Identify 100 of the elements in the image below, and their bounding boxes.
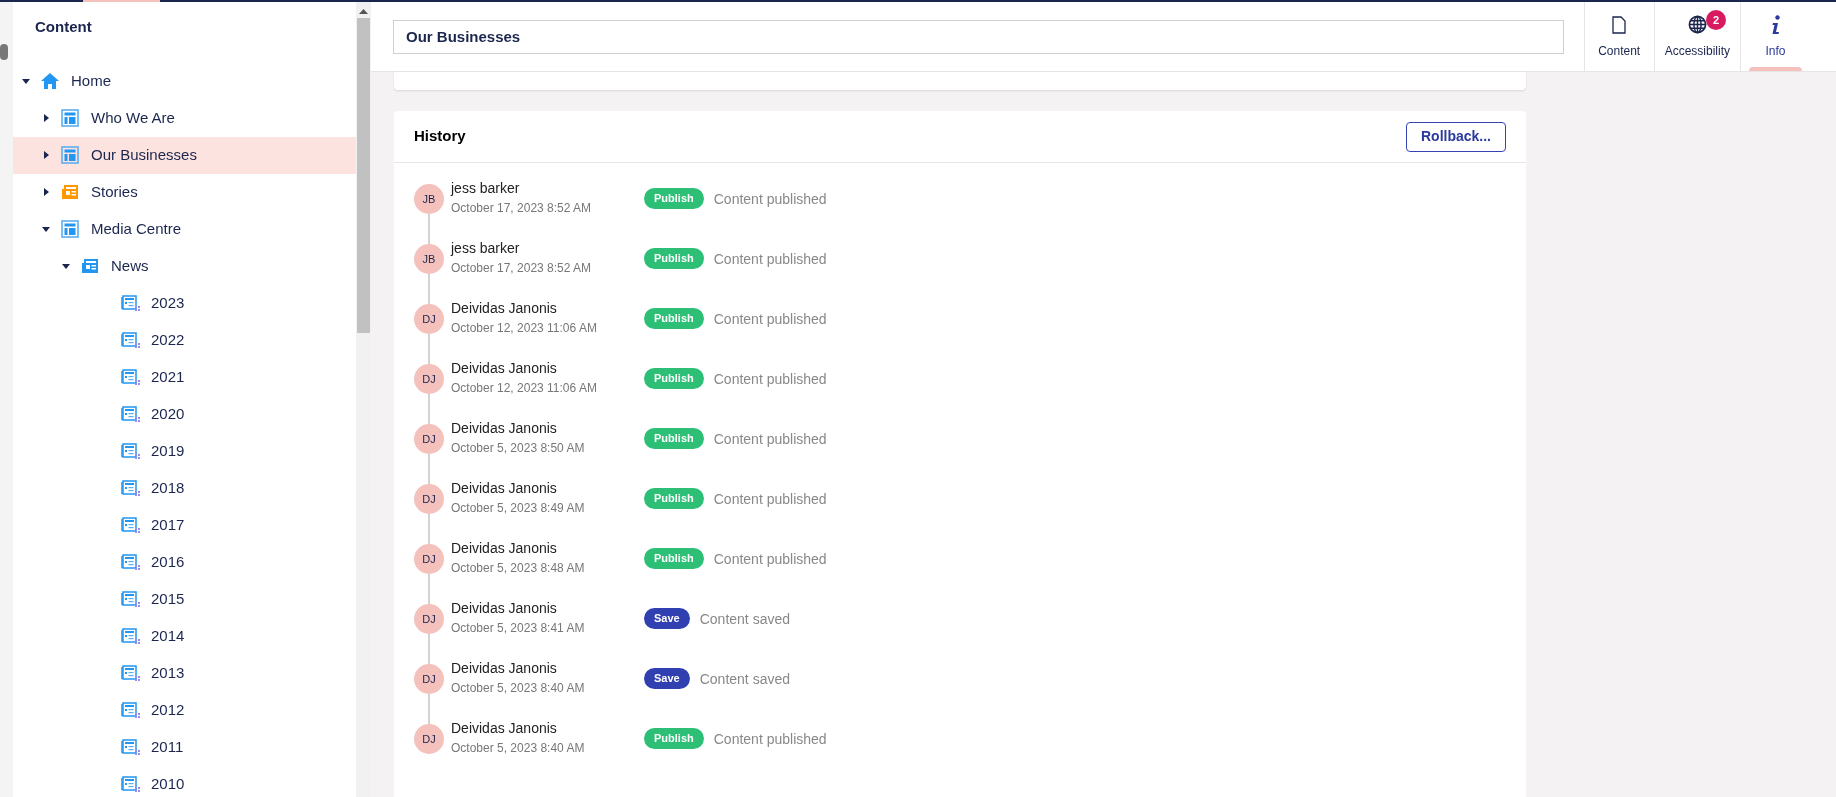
entry-date: October 12, 2023 11:06 AM — [451, 320, 598, 337]
scroll-handle[interactable] — [0, 44, 8, 60]
entry-date: October 5, 2023 8:48 AM — [451, 560, 586, 577]
news-list-icon — [119, 368, 141, 386]
scrollbar-thumb[interactable] — [357, 18, 370, 333]
news-list-icon — [119, 331, 141, 349]
caret-down-icon[interactable] — [62, 263, 70, 269]
tree-item[interactable]: 2015 — [13, 580, 356, 618]
news-list-icon — [119, 701, 141, 719]
news-list-icon — [119, 405, 141, 423]
tree-item[interactable]: 2011 — [13, 728, 356, 766]
user-name: Deividas Janonis — [451, 599, 558, 618]
news-list-icon — [119, 479, 141, 497]
tree-item-label: 2011 — [151, 736, 184, 757]
user-name: Deividas Janonis — [451, 359, 558, 378]
tree-item-label: 2014 — [151, 625, 185, 646]
tree-item[interactable]: 2019 — [13, 432, 356, 470]
tree-item[interactable]: 2018 — [13, 469, 356, 507]
news-list-icon — [119, 294, 141, 312]
user-avatar: DJ — [414, 664, 444, 694]
news-list-icon — [119, 553, 141, 571]
tree-item[interactable]: 2022 — [13, 321, 356, 359]
tree-item[interactable]: 2012 — [13, 691, 356, 729]
tree-item[interactable]: 2014 — [13, 617, 356, 655]
tree-item-label: 2018 — [151, 477, 185, 498]
user-avatar: DJ — [414, 304, 444, 334]
tree-item[interactable]: Our Businesses — [13, 136, 356, 174]
tree-item-label: 2015 — [151, 588, 185, 609]
entry-date: October 5, 2023 8:49 AM — [451, 500, 586, 517]
tree-item[interactable]: Stories — [13, 173, 356, 211]
rollback-button[interactable]: Rollback... — [1405, 121, 1506, 152]
tree-item[interactable]: Who We Are — [13, 99, 356, 137]
entry-date: October 5, 2023 8:41 AM — [451, 620, 586, 637]
tree-item-label: Our Businesses — [91, 144, 197, 165]
tree-item-label: 2020 — [151, 403, 185, 424]
action-description: Content published — [713, 430, 827, 449]
action-badge: Save — [644, 668, 690, 689]
caret-right-icon[interactable] — [43, 151, 49, 159]
news-list-icon — [119, 627, 141, 645]
entry-date: October 5, 2023 8:50 AM — [451, 440, 586, 457]
action-badge: Publish — [644, 308, 704, 329]
user-name: Deividas Janonis — [451, 479, 558, 498]
tree-item-label: 2012 — [151, 699, 185, 720]
caret-right-icon[interactable] — [43, 114, 49, 122]
tree-item-label: News — [111, 255, 149, 276]
action-badge: Publish — [644, 368, 704, 389]
tree-item[interactable]: 2020 — [13, 395, 356, 433]
user-name: Deividas Janonis — [451, 419, 558, 438]
newspaper-icon — [61, 184, 79, 200]
tree-item[interactable]: 2010 — [13, 765, 356, 797]
user-avatar: JB — [414, 184, 444, 214]
entry-date: October 12, 2023 11:06 AM — [451, 380, 598, 397]
tree-item-label: Who We Are — [91, 107, 175, 128]
tree-item[interactable]: 2021 — [13, 358, 356, 396]
tree-item[interactable]: Home — [13, 62, 356, 100]
page-layout-icon — [61, 109, 79, 127]
news-list-icon — [119, 775, 141, 793]
document-icon — [1612, 15, 1627, 34]
news-list-icon — [119, 738, 141, 756]
user-avatar: DJ — [414, 424, 444, 454]
page-layout-icon — [61, 146, 79, 164]
accessibility-app-tab[interactable]: Accessibility 2 — [1653, 2, 1740, 71]
notification-badge: 2 — [1706, 10, 1726, 30]
entry-date: October 17, 2023 8:52 AM — [451, 260, 593, 277]
tree-item[interactable]: News — [13, 247, 356, 285]
tree-item[interactable]: 2016 — [13, 543, 356, 581]
tree-item-label: Media Centre — [91, 218, 182, 239]
tree-item-label: 2019 — [151, 440, 185, 461]
action-badge: Publish — [644, 728, 704, 749]
content-app-tab[interactable]: Content — [1583, 2, 1654, 71]
user-avatar: DJ — [414, 484, 444, 514]
page-layout-icon — [61, 220, 79, 238]
tree-item[interactable]: 2023 — [13, 284, 356, 322]
caret-down-icon[interactable] — [22, 78, 30, 84]
tree-item-label: Stories — [91, 181, 138, 202]
tree-item[interactable]: 2013 — [13, 654, 356, 692]
user-name: Deividas Janonis — [451, 539, 558, 558]
action-description: Content saved — [699, 670, 790, 689]
entry-date: October 5, 2023 8:40 AM — [451, 740, 586, 757]
tree-item[interactable]: 2017 — [13, 506, 356, 544]
action-badge: Save — [644, 608, 690, 629]
caret-down-icon[interactable] — [42, 226, 50, 232]
home-icon — [40, 72, 60, 90]
info-app-tab[interactable]: Info — [1740, 2, 1810, 71]
entry-date: October 5, 2023 8:40 AM — [451, 680, 586, 697]
scroll-up-icon[interactable] — [359, 9, 368, 14]
caret-right-icon[interactable] — [43, 188, 49, 196]
user-avatar: DJ — [414, 604, 444, 634]
news-list-icon — [119, 442, 141, 460]
user-name: jess barker — [451, 239, 521, 258]
tree-item[interactable]: Media Centre — [13, 210, 356, 248]
tree-item-label: Home — [71, 70, 111, 91]
tree-item-label: 2023 — [151, 292, 185, 313]
news-list-icon — [119, 664, 141, 682]
tree-item-label: 2017 — [151, 514, 185, 535]
entry-date: October 17, 2023 8:52 AM — [451, 200, 593, 217]
name-field[interactable]: Our Businesses — [393, 19, 1564, 54]
action-description: Content published — [713, 310, 827, 329]
newspaper-icon — [81, 258, 99, 274]
action-badge: Publish — [644, 428, 704, 449]
